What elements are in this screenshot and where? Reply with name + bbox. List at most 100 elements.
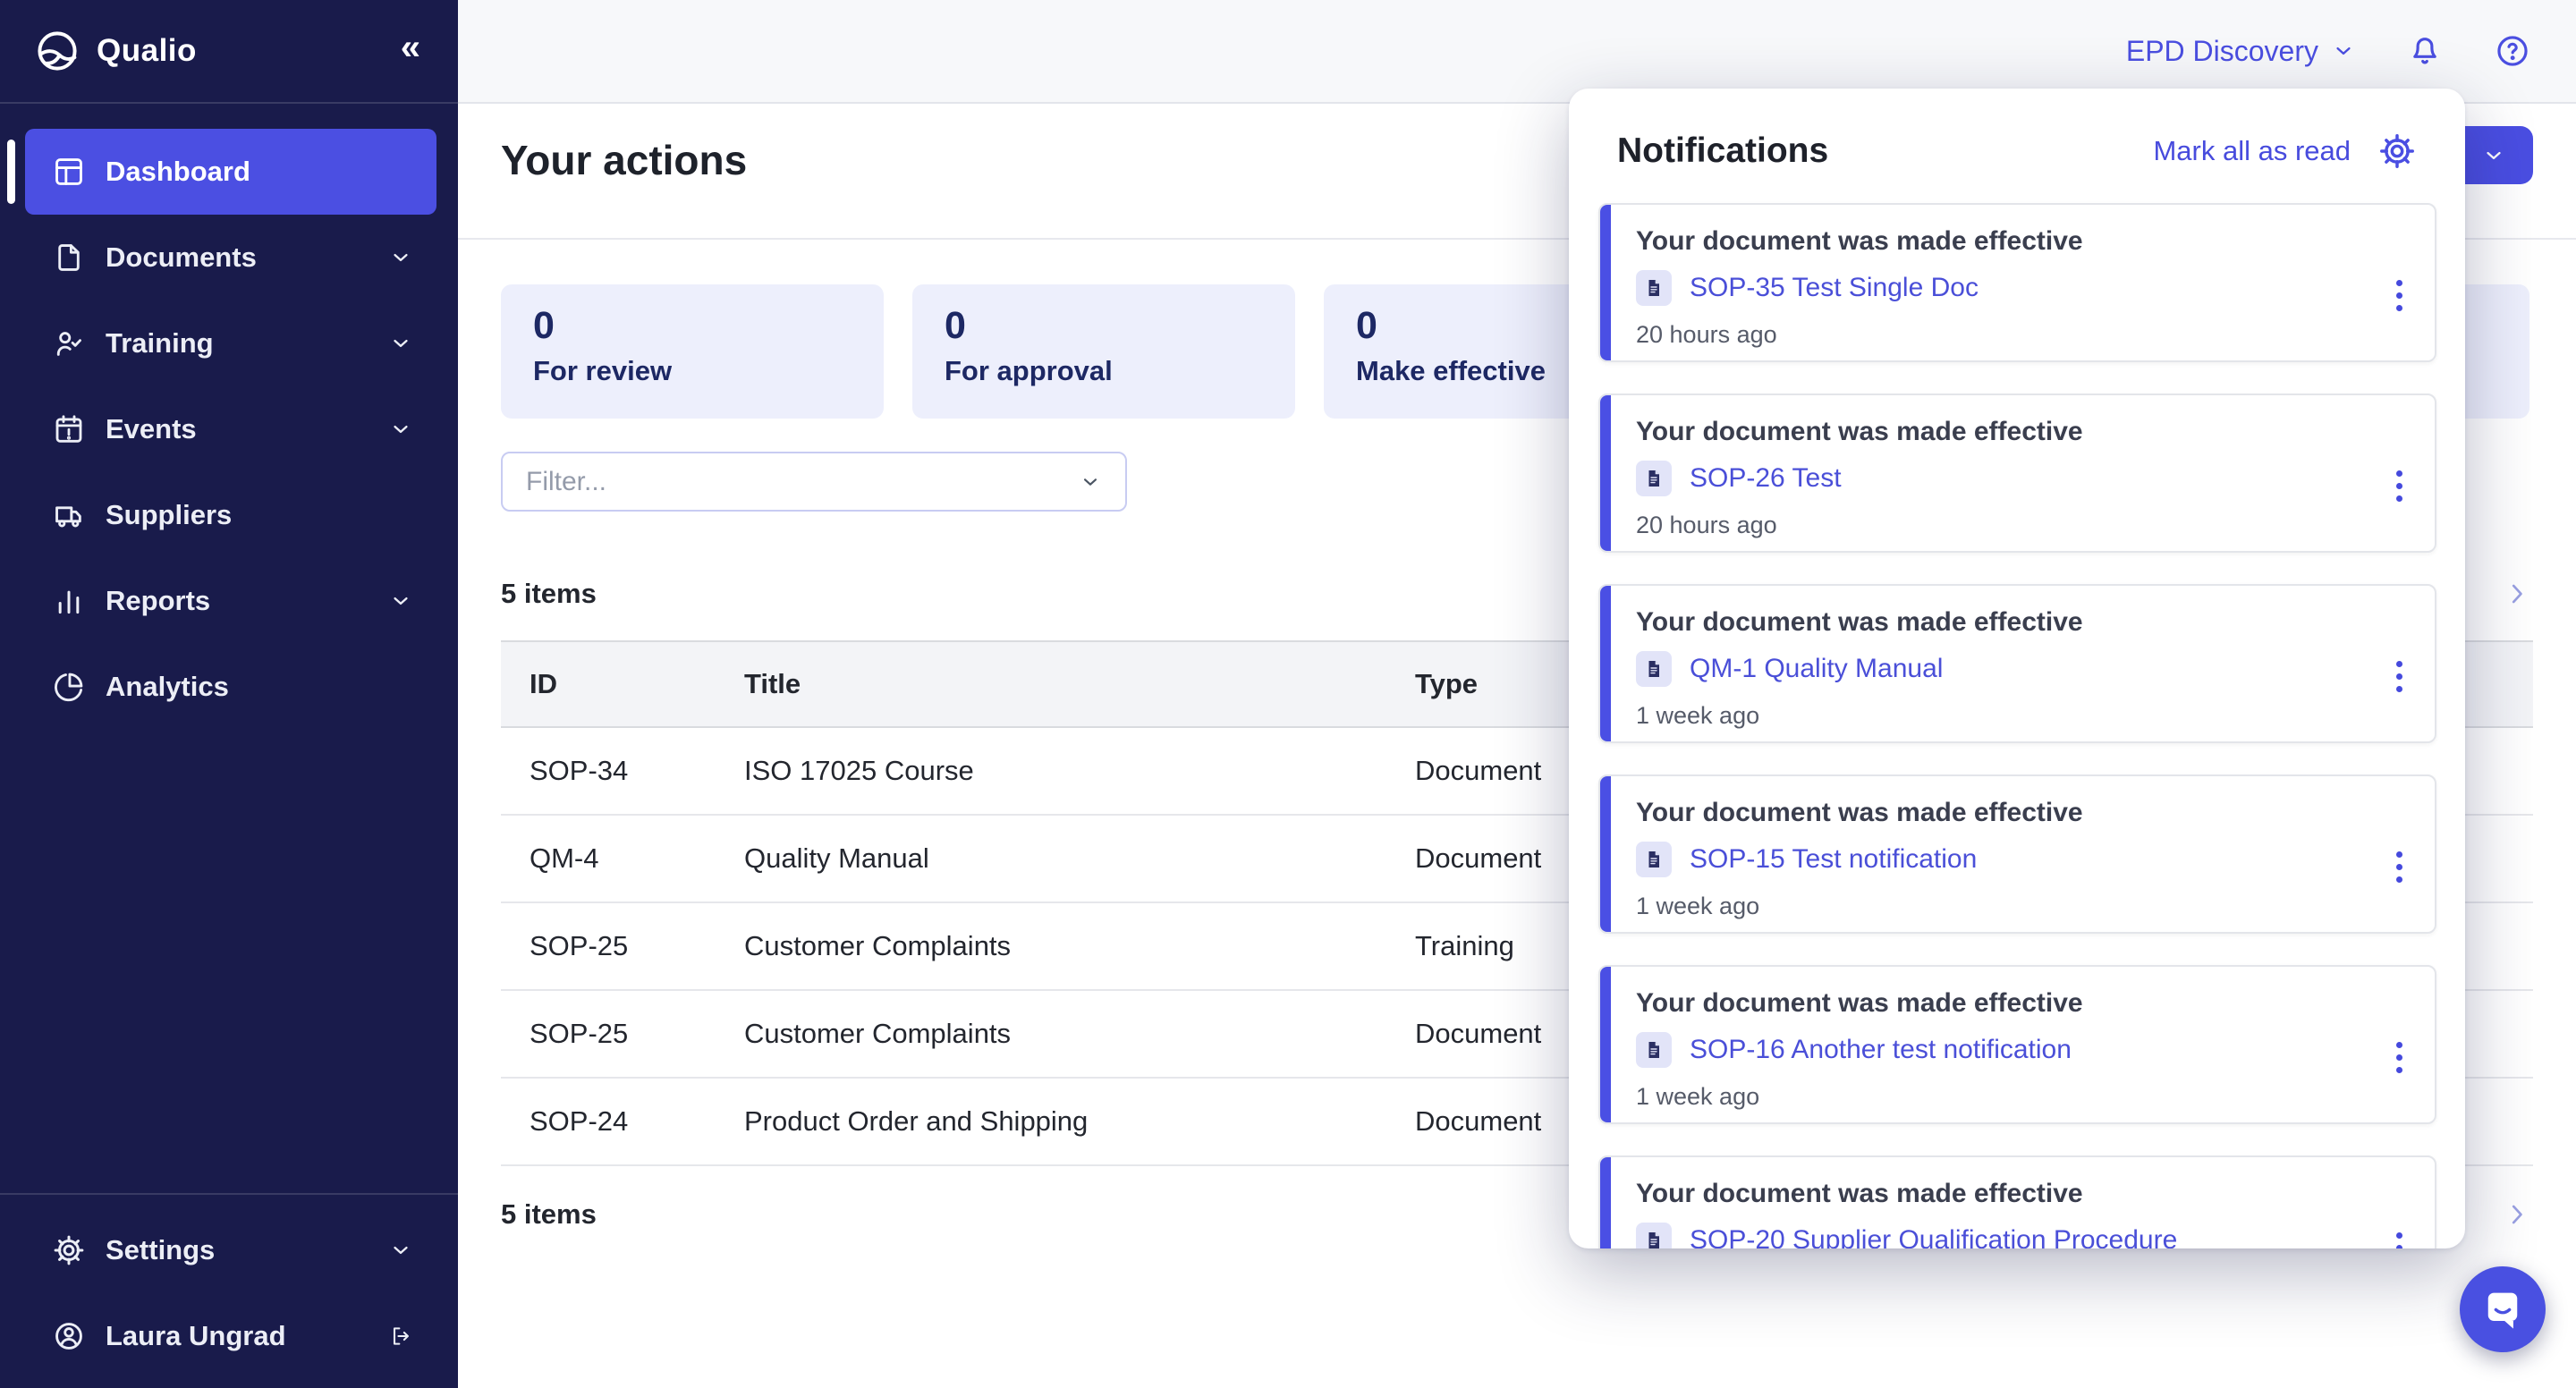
next-page-icon[interactable] xyxy=(2501,1198,2533,1231)
cell-title-link[interactable]: Customer Complaints xyxy=(716,930,1386,962)
cell-id: SOP-25 xyxy=(501,930,716,962)
notification-timestamp: 1 week ago xyxy=(1636,893,2402,920)
notification-card[interactable]: Your document was made effective SOP-15 … xyxy=(1598,774,2436,934)
notification-card[interactable]: Your document was made effective QM-1 Qu… xyxy=(1598,584,2436,743)
truck-icon xyxy=(52,498,86,532)
app-root: Qualio « Dashboard Documents Training E xyxy=(0,0,2576,1388)
sidebar-item-documents[interactable]: Documents xyxy=(25,215,436,300)
notifications-panel: Notifications Mark all as read Your docu… xyxy=(1569,89,2465,1248)
kebab-menu-icon[interactable] xyxy=(2391,1227,2408,1248)
filter-placeholder: Filter... xyxy=(526,467,1079,497)
notification-title: Your document was made effective xyxy=(1636,988,2402,1019)
kebab-menu-icon[interactable] xyxy=(2391,846,2408,888)
document-icon xyxy=(1643,277,1665,299)
mark-all-read-link[interactable]: Mark all as read xyxy=(2153,135,2351,167)
document-badge xyxy=(1636,1032,1672,1068)
sidebar-item-label: Reports xyxy=(106,585,369,617)
chevron-down-icon xyxy=(2481,143,2506,168)
cell-title-link[interactable]: Product Order and Shipping xyxy=(716,1105,1386,1138)
sidebar-item-settings[interactable]: Settings xyxy=(25,1207,436,1293)
document-badge xyxy=(1636,842,1672,877)
notification-doc-link[interactable]: SOP-16 Another test notification xyxy=(1690,1035,2072,1065)
notification-doc-link[interactable]: SOP-35 Test Single Doc xyxy=(1690,273,1979,303)
notifications-title: Notifications xyxy=(1617,131,1828,171)
org-switcher[interactable]: EPD Discovery xyxy=(2126,35,2356,68)
column-header-id[interactable]: ID xyxy=(501,668,716,700)
sidebar-item-label: Analytics xyxy=(106,671,413,703)
notification-title: Your document was made effective xyxy=(1636,417,2402,447)
chevron-down-icon xyxy=(1079,470,1102,494)
filter-select[interactable]: Filter... xyxy=(501,452,1127,512)
notification-card-clipped[interactable]: Your document was made effective SOP-20 … xyxy=(1598,1155,2436,1248)
sidebar-collapse-button[interactable]: « xyxy=(401,30,420,72)
document-icon xyxy=(1643,1039,1665,1061)
cell-title-link[interactable]: Quality Manual xyxy=(716,842,1386,875)
stat-value: 0 xyxy=(945,304,1263,348)
kebab-menu-icon[interactable] xyxy=(2391,1037,2408,1079)
sidebar-item-suppliers[interactable]: Suppliers xyxy=(25,472,436,558)
notification-title: Your document was made effective xyxy=(1636,798,2402,828)
sidebar-item-analytics[interactable]: Analytics xyxy=(25,644,436,730)
notification-card[interactable]: Your document was made effective SOP-16 … xyxy=(1598,965,2436,1124)
gear-icon[interactable] xyxy=(2377,131,2417,171)
kebab-menu-icon[interactable] xyxy=(2391,465,2408,507)
document-icon xyxy=(1643,1230,1665,1248)
logo-text: Qualio xyxy=(97,33,401,69)
kebab-menu-icon[interactable] xyxy=(2391,275,2408,317)
sidebar-nav: Dashboard Documents Training Events Supp… xyxy=(0,104,458,730)
next-page-icon[interactable] xyxy=(2501,578,2533,610)
bell-icon[interactable] xyxy=(2406,32,2444,70)
chevron-down-icon xyxy=(388,417,413,442)
items-count: 5 items xyxy=(501,578,597,610)
help-icon[interactable] xyxy=(2494,32,2531,70)
user-check-icon xyxy=(52,326,86,360)
stat-card-for-approval[interactable]: 0 For approval xyxy=(912,284,1295,419)
document-badge xyxy=(1636,270,1672,306)
cell-id: SOP-25 xyxy=(501,1018,716,1050)
sidebar-item-user[interactable]: Laura Ungrad xyxy=(25,1293,436,1379)
sidebar-item-training[interactable]: Training xyxy=(25,300,436,386)
cell-title-link[interactable]: Customer Complaints xyxy=(716,1018,1386,1050)
sidebar-item-label: Events xyxy=(106,413,369,445)
sidebar-item-label: Suppliers xyxy=(106,499,413,531)
chat-bubble-icon xyxy=(2479,1286,2526,1333)
chevron-down-icon xyxy=(388,588,413,614)
notification-card[interactable]: Your document was made effective SOP-35 … xyxy=(1598,203,2436,362)
document-icon xyxy=(1643,849,1665,870)
qualio-logo-icon xyxy=(32,26,82,76)
notification-doc-link[interactable]: SOP-20 Supplier Qualification Procedure xyxy=(1690,1225,2177,1248)
sidebar-item-dashboard[interactable]: Dashboard xyxy=(25,129,436,215)
sidebar: Qualio « Dashboard Documents Training E xyxy=(0,0,458,1388)
items-count: 5 items xyxy=(501,1198,597,1231)
notification-timestamp: 1 week ago xyxy=(1636,1083,2402,1111)
sidebar-item-label: Documents xyxy=(106,241,369,274)
document-icon xyxy=(52,241,86,275)
active-indicator xyxy=(7,140,15,204)
notification-title: Your document was made effective xyxy=(1636,607,2402,638)
stat-card-for-review[interactable]: 0 For review xyxy=(501,284,884,419)
notification-doc-link[interactable]: QM-1 Quality Manual xyxy=(1690,654,1943,684)
stat-label: For review xyxy=(533,355,852,387)
page-title: Your actions xyxy=(501,136,747,184)
gear-icon xyxy=(52,1233,86,1267)
cell-id: SOP-34 xyxy=(501,755,716,787)
sidebar-item-events[interactable]: Events xyxy=(25,386,436,472)
notification-card[interactable]: Your document was made effective SOP-26 … xyxy=(1598,394,2436,553)
notification-doc-link[interactable]: SOP-26 Test xyxy=(1690,463,1842,494)
user-name: Laura Ungrad xyxy=(106,1320,369,1352)
document-icon xyxy=(1643,468,1665,489)
logout-icon[interactable] xyxy=(388,1324,413,1349)
chat-launcher-button[interactable] xyxy=(2460,1266,2546,1352)
user-avatar-icon xyxy=(52,1319,86,1353)
notifications-header: Notifications Mark all as read xyxy=(1569,89,2465,203)
cell-id: QM-4 xyxy=(501,842,716,875)
cell-title-link[interactable]: ISO 17025 Course xyxy=(716,755,1386,787)
notifications-list: Your document was made effective SOP-35 … xyxy=(1569,203,2465,1248)
chevron-down-icon xyxy=(388,331,413,356)
cell-id: SOP-24 xyxy=(501,1105,716,1138)
sidebar-header: Qualio « xyxy=(0,0,458,104)
kebab-menu-icon[interactable] xyxy=(2391,656,2408,698)
notification-doc-link[interactable]: SOP-15 Test notification xyxy=(1690,844,1977,875)
column-header-title[interactable]: Title xyxy=(716,668,1386,700)
sidebar-item-reports[interactable]: Reports xyxy=(25,558,436,644)
